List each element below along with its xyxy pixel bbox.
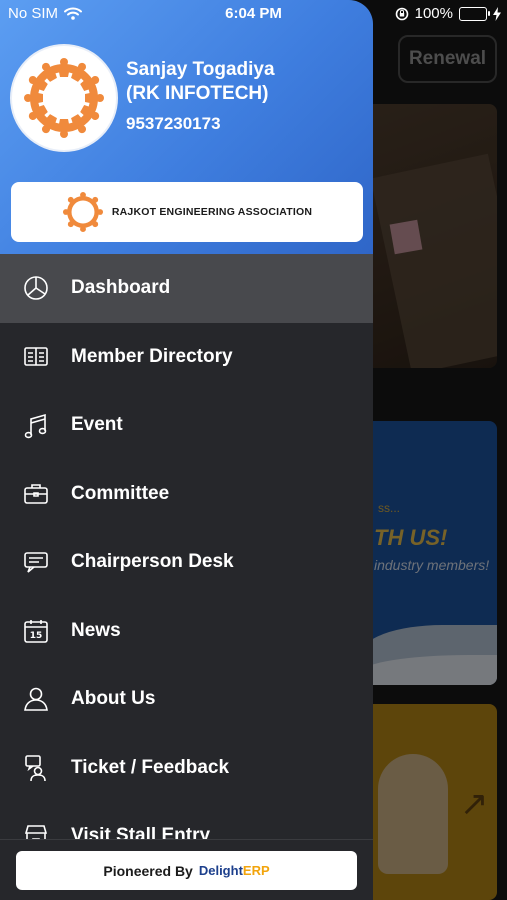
drawer-header: Sanjay Togadiya (RK INFOTECH) 9537230173… — [0, 0, 373, 254]
menu-label-committee: Committee — [71, 482, 170, 504]
user-icon — [22, 685, 50, 713]
music-note-icon — [22, 411, 50, 439]
menu-label-visit-stall-entry: Visit Stall Entry — [71, 825, 211, 839]
menu-item-news[interactable]: 15 News — [0, 597, 373, 666]
brand-name-part1: Delight — [198, 863, 243, 878]
menu-item-ticket-feedback[interactable]: Ticket / Feedback — [0, 734, 373, 803]
avatar[interactable] — [10, 44, 118, 152]
briefcase-icon — [22, 480, 50, 508]
pie-chart-icon — [22, 274, 50, 302]
pioneered-by-banner[interactable]: Pioneered By DelightERP — [16, 851, 357, 890]
battery-icon — [459, 6, 490, 21]
menu-label-ticket-feedback: Ticket / Feedback — [71, 756, 230, 778]
pioneered-by-label: Pioneered By — [103, 862, 193, 879]
menu-label-chairperson-desk: Chairperson Desk — [71, 551, 234, 573]
association-small-logo-icon — [62, 191, 103, 233]
user-phone: 9537230173 — [126, 114, 221, 133]
association-logo-icon — [24, 58, 104, 138]
menu-item-committee[interactable]: Committee — [0, 460, 373, 529]
menu-label-event: Event — [71, 414, 123, 436]
menu-item-about-us[interactable]: About Us — [0, 665, 373, 734]
menu-label-about-us: About Us — [71, 688, 156, 710]
user-name: Sanjay Togadiya (RK INFOTECH) — [126, 58, 356, 106]
drawer-menu: Dashboard Member Directory Event Committ… — [0, 254, 373, 839]
directory-book-icon — [22, 343, 50, 371]
store-icon — [22, 822, 50, 839]
user-company: (RK INFOTECH) — [126, 83, 269, 104]
calendar-icon: 15 — [22, 617, 50, 645]
menu-item-event[interactable]: Event — [0, 391, 373, 460]
menu-label-member-directory: Member Directory — [71, 345, 233, 367]
menu-label-news: News — [71, 619, 121, 641]
status-bar: No SIM 6:04 PM 100% — [0, 0, 507, 28]
menu-item-chairperson-desk[interactable]: Chairperson Desk — [0, 528, 373, 597]
menu-item-member-directory[interactable]: Member Directory — [0, 323, 373, 392]
svg-text:15: 15 — [30, 631, 43, 641]
association-banner[interactable]: RAJKOT ENGINEERING ASSOCIATION — [11, 182, 363, 242]
menu-label-dashboard: Dashboard — [71, 277, 171, 299]
user-name-line1: Sanjay Togadiya — [126, 59, 275, 80]
brand-logo: DelightERP — [199, 863, 270, 878]
brand-name-part2: ERP — [242, 863, 270, 878]
chat-bubble-icon — [22, 548, 50, 576]
orientation-lock-icon — [395, 7, 408, 20]
battery-percent: 100% — [414, 5, 453, 22]
association-name: RAJKOT ENGINEERING ASSOCIATION — [111, 206, 313, 218]
navigation-drawer: Sanjay Togadiya (RK INFOTECH) 9537230173… — [0, 0, 373, 900]
support-agent-icon — [22, 754, 50, 782]
drawer-footer: Pioneered By DelightERP — [0, 839, 373, 900]
menu-item-dashboard[interactable]: Dashboard — [0, 254, 373, 323]
charging-icon — [493, 6, 501, 21]
menu-item-visit-stall-entry[interactable]: Visit Stall Entry — [0, 802, 373, 839]
